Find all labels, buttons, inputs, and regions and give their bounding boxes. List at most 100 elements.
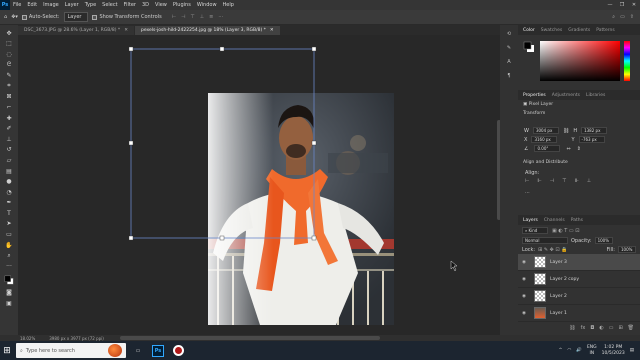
- lasso-tool-icon[interactable]: ᘓ: [4, 61, 14, 70]
- transform-section-label[interactable]: Transform: [518, 109, 640, 118]
- menu-window[interactable]: Window: [194, 2, 220, 8]
- auto-select-dropdown[interactable]: Layer: [63, 12, 89, 22]
- tab-patterns[interactable]: Patterns: [596, 28, 615, 33]
- path-selection-tool-icon[interactable]: ➤: [4, 220, 14, 229]
- new-layer-icon[interactable]: ⊞: [618, 325, 622, 331]
- menu-3d[interactable]: 3D: [139, 2, 152, 8]
- menu-help[interactable]: Help: [220, 2, 237, 8]
- visibility-eye-icon[interactable]: ◉: [518, 311, 530, 316]
- tab-swatches[interactable]: Swatches: [541, 28, 563, 33]
- align-center-icon[interactable]: ⊣: [181, 14, 185, 20]
- artboard-tool-icon[interactable]: ⬚: [4, 40, 14, 49]
- screen-mode-icon[interactable]: ▣: [4, 299, 14, 308]
- align-bottom-edges-icon[interactable]: ⊥: [587, 178, 591, 184]
- filter-icons[interactable]: ▣ ◐ T ▭ ⊡: [552, 228, 579, 234]
- add-mask-icon[interactable]: ◘: [590, 325, 594, 331]
- more-align-icon[interactable]: ···: [525, 190, 530, 196]
- auto-select-checkbox[interactable]: [21, 14, 27, 20]
- frame-tool-icon[interactable]: ⊠: [4, 93, 14, 102]
- document-info[interactable]: 3980 px x 3977 px (72 ppi): [49, 336, 104, 341]
- clock[interactable]: 1:02 PM 10/5/2023: [602, 345, 625, 357]
- search-icon[interactable]: ⌕: [612, 14, 615, 20]
- tab-pexels-josh-hild[interactable]: pexels-josh-hild-2422254.jpg @ 18% (Laye…: [134, 26, 280, 35]
- clone-stamp-tool-icon[interactable]: ⊥: [4, 135, 14, 144]
- link-layers-icon[interactable]: ⛓: [569, 325, 575, 331]
- opacity-field[interactable]: 100%: [594, 237, 613, 244]
- color-field[interactable]: [540, 41, 620, 81]
- align-top-edges-icon[interactable]: ⊤: [562, 178, 566, 184]
- zoom-tool-icon[interactable]: ⌕: [4, 251, 14, 260]
- color-swatches-icon[interactable]: [4, 273, 14, 287]
- tab-channels[interactable]: Channels: [544, 218, 565, 223]
- tray-overflow-icon[interactable]: ^: [559, 348, 563, 353]
- brush-settings-icon[interactable]: ✎: [507, 45, 511, 51]
- character-icon[interactable]: A: [507, 59, 510, 65]
- windows-start-icon[interactable]: ⊞: [0, 341, 14, 360]
- marquee-tool-icon[interactable]: ◌: [4, 50, 14, 59]
- gradient-tool-icon[interactable]: ▤: [4, 167, 14, 176]
- close-icon[interactable]: ✕: [124, 28, 128, 33]
- crop-tool-icon[interactable]: ⌗: [4, 82, 14, 91]
- workspace-icon[interactable]: ▭: [620, 14, 625, 20]
- horizontal-scrollbar[interactable]: [120, 336, 380, 340]
- menu-file[interactable]: File: [10, 2, 24, 8]
- fill-field[interactable]: 100%: [618, 246, 636, 253]
- quick-select-tool-icon[interactable]: ✎: [4, 71, 14, 80]
- layer-name[interactable]: Layer 2 copy: [550, 277, 579, 282]
- zoom-level[interactable]: 18.02%: [20, 336, 35, 341]
- height-field[interactable]: 1382 px: [581, 127, 608, 134]
- new-group-icon[interactable]: ▭: [609, 325, 614, 331]
- tab-gradients[interactable]: Gradients: [568, 28, 590, 33]
- minimize-button[interactable]: —: [604, 2, 616, 8]
- align-vertical-centers-icon[interactable]: ⊪: [574, 178, 578, 184]
- visibility-eye-icon[interactable]: ◉: [518, 277, 530, 282]
- tab-paths[interactable]: Paths: [571, 218, 583, 223]
- layer-row-layer-2-copy[interactable]: ◉ Layer 2 copy: [518, 271, 640, 288]
- hue-slider[interactable]: [624, 41, 630, 81]
- show-transform-toggle[interactable]: Show Transform Controls: [92, 14, 162, 20]
- move-tool-icon[interactable]: ✥: [4, 29, 14, 38]
- layer-row-layer-3[interactable]: ◉ Layer 3: [518, 254, 640, 271]
- rectangle-tool-icon[interactable]: ▭: [4, 230, 14, 239]
- flip-horizontal-icon[interactable]: ⇔: [566, 146, 570, 152]
- align-middle-icon[interactable]: ≡: [209, 14, 213, 20]
- blend-mode-dropdown[interactable]: Normal: [522, 237, 568, 244]
- language-indicator[interactable]: ENG IN: [587, 345, 597, 357]
- home-icon[interactable]: ⌂: [4, 14, 7, 20]
- auto-select-toggle[interactable]: Auto-Select:: [21, 14, 60, 20]
- recorder-icon[interactable]: [170, 341, 186, 360]
- tab-layers[interactable]: Layers: [523, 218, 538, 223]
- move-tool-preset-icon[interactable]: ✥▾: [11, 14, 18, 20]
- pen-tool-icon[interactable]: ✒: [4, 199, 14, 208]
- eraser-tool-icon[interactable]: ▱: [4, 156, 14, 165]
- type-tool-icon[interactable]: T: [4, 209, 14, 218]
- menu-layer[interactable]: Layer: [62, 2, 82, 8]
- y-field[interactable]: -763 px: [578, 136, 605, 143]
- blur-tool-icon[interactable]: ●: [4, 177, 14, 186]
- width-field[interactable]: 3004 px: [532, 127, 559, 134]
- tab-color[interactable]: Color: [523, 28, 535, 33]
- menu-type[interactable]: Type: [82, 2, 99, 8]
- delete-layer-icon[interactable]: 🗑: [628, 325, 634, 331]
- menu-edit[interactable]: Edit: [24, 2, 40, 8]
- align-right-edges-icon[interactable]: ⊣: [550, 178, 554, 184]
- share-icon[interactable]: ⇪: [630, 14, 634, 20]
- tab-dsc-3673[interactable]: DSC_3673.JPG @ 28.6% (Layer 1, RGB/8) * …: [18, 26, 134, 35]
- align-horizontal-centers-icon[interactable]: ⊩: [537, 178, 541, 184]
- brush-tool-icon[interactable]: ✐: [4, 124, 14, 133]
- task-view-icon[interactable]: ▭: [130, 341, 146, 360]
- align-section-label[interactable]: Align and Distribute: [518, 158, 573, 167]
- hand-tool-icon[interactable]: ✋: [4, 241, 14, 250]
- lock-icons[interactable]: ⊞ ✎ ✥ ⊡ 🔒: [538, 247, 567, 253]
- menu-plugins[interactable]: Plugins: [170, 2, 194, 8]
- dodge-tool-icon[interactable]: ◔: [4, 188, 14, 197]
- menu-image[interactable]: Image: [40, 2, 62, 8]
- align-top-icon[interactable]: ⊥: [200, 14, 204, 20]
- tab-properties[interactable]: Properties: [523, 93, 546, 98]
- layer-name[interactable]: Layer 1: [550, 311, 567, 316]
- layer-row-layer-2[interactable]: ◉ Layer 2: [518, 288, 640, 305]
- layer-row-layer-1[interactable]: ◉ Layer 1: [518, 305, 640, 322]
- eyedropper-tool-icon[interactable]: ⌐: [4, 103, 14, 112]
- healing-brush-tool-icon[interactable]: ✚: [4, 114, 14, 123]
- maximize-button[interactable]: ❐: [616, 2, 628, 8]
